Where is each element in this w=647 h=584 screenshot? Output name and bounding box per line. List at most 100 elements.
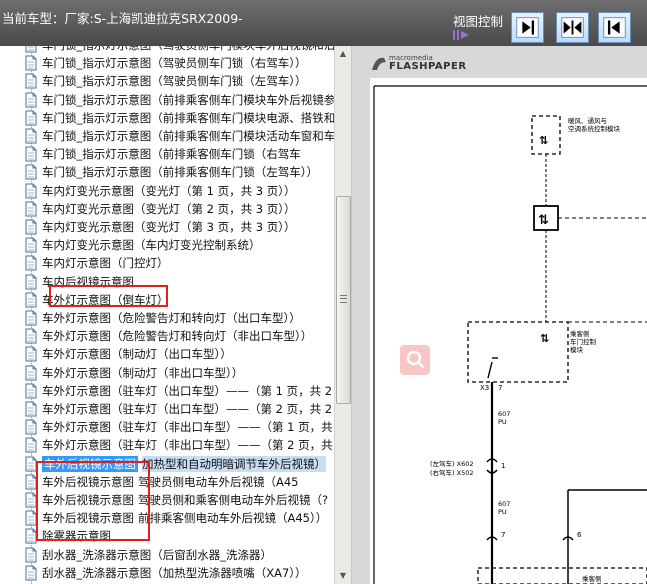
- document-icon: [25, 274, 37, 290]
- tree-item[interactable]: 车门锁_指示灯示意图（前排乘客侧车门模块活动车窗和车: [24, 127, 335, 145]
- pin-1: 1: [501, 462, 505, 470]
- current-vehicle-title: 当前车型：厂家:S-上海凯迪拉克SRX2009-: [2, 11, 243, 26]
- tree-item[interactable]: 车外灯示意图（驻车灯（出口车型）——（第 2 页，共 2: [24, 400, 332, 418]
- tree-item[interactable]: 车外灯示意图（制动灯（出口车型））: [24, 345, 232, 363]
- tree-item[interactable]: 刮水器_洗涤器示意图（后窗刮水器_洗涤器）: [24, 546, 272, 564]
- document-icon: [25, 565, 37, 581]
- tree-item-label: 车门锁_指示灯示意图（前排乘客侧车门模块车外后视镜参: [42, 92, 336, 107]
- logo-big-text: FLASHPAPER: [389, 61, 467, 72]
- document-icon: [25, 255, 37, 271]
- connector-right: (右驾车) X502: [430, 468, 474, 477]
- expand-right-button[interactable]: [511, 12, 544, 43]
- highlight-box-exterior-mirrors: [36, 461, 150, 541]
- document-icon: [25, 547, 37, 563]
- playhead-icon: [453, 30, 469, 40]
- document-icon: [25, 292, 37, 308]
- tree-item[interactable]: 车外灯示意图（驻车灯（非出口车型）——（第 2 页，共: [24, 436, 333, 454]
- tree-item-detail: 驾驶员侧和乘客侧电动车外后视镜（?: [138, 493, 329, 507]
- wire-pu-b: PU: [498, 508, 507, 516]
- tree-item-label: 车内灯示意图（门控灯）: [42, 256, 169, 271]
- scroll-down-arrow-icon[interactable]: ▼: [335, 568, 351, 584]
- document-icon: [25, 328, 37, 344]
- tree-scrollbar[interactable]: ▲ ▼: [334, 46, 351, 584]
- svg-text:⇅: ⇅: [539, 134, 548, 147]
- document-icon: [25, 219, 37, 235]
- tree-item[interactable]: 车外灯示意图（危险警告灯和转向灯（出口车型））: [24, 309, 301, 327]
- zoom-search-button[interactable]: [400, 345, 430, 375]
- tree-item-detail: 前排乘客侧电动车外后视镜（A45））: [138, 511, 328, 526]
- tree-item-label: 车门锁_指示灯示意图（前排乘客侧车门锁（左驾车））: [42, 165, 318, 180]
- tree-item[interactable]: 车外灯示意图（驻车灯（非出口车型）——（第 1 页，共: [24, 418, 333, 436]
- tree-item[interactable]: 车门锁_指示灯示意图（驾驶员侧车门锁（左驾车））: [24, 72, 307, 90]
- grip-icon: [340, 295, 347, 303]
- wire-607-a: 607: [498, 410, 510, 418]
- tree-item-label: 车门锁_指示灯示意图（驾驶员侧车门锁（左驾车））: [42, 74, 307, 89]
- tree-item[interactable]: 车门锁_指示灯示意图（前排乘客侧车门锁（右驾车: [24, 145, 301, 163]
- tree-item-label: 刮水器_洗涤器示意图（后窗刮水器_洗涤器）: [42, 547, 272, 562]
- tree-item[interactable]: 车外灯示意图（制动灯（非出口车型））: [24, 364, 243, 382]
- tree-item-label: 车门锁_指示灯示意图（前排乘客侧车门模块电源、搭铁和: [42, 110, 336, 125]
- wire-607-b: 607: [498, 500, 510, 508]
- document-icon: [25, 73, 37, 89]
- scroll-thumb[interactable]: [336, 196, 351, 404]
- scroll-up-arrow-icon[interactable]: ▲: [335, 46, 351, 62]
- document-icon: [25, 55, 37, 71]
- tree-item[interactable]: 车外灯示意图（危险警告灯和转向灯（非出口车型））: [24, 327, 312, 345]
- tree-item-label: 车门锁_指示灯示意图（前排乘客侧车门模块活动车窗和车: [42, 129, 336, 143]
- tree-item[interactable]: 车内灯示意图（门控灯）: [24, 254, 169, 272]
- tree-item[interactable]: 车门锁_指示灯示意图（前排乘客侧车门模块电源、搭铁和: [24, 109, 335, 127]
- tree-item-detail: 驾驶员侧电动车外后视镜（A45: [138, 474, 299, 489]
- arrow-to-left-icon: [603, 17, 626, 38]
- tree-item-detail: 加热型和自动明暗调节车外后视镜）: [142, 455, 326, 472]
- document-icon: [25, 237, 37, 253]
- magnifier-icon: [406, 350, 425, 369]
- document-icon: [25, 401, 37, 417]
- split-view-button[interactable]: [556, 12, 589, 43]
- pin-7: 7: [498, 384, 502, 392]
- wiring-diagram: 暖风、通风与 空调系统控制模块 ⇅ ⇅ ⇅ 乘客侧 车门控制 模块 X3 7 6…: [373, 85, 647, 584]
- document-icon: [25, 383, 37, 399]
- split-arrows-icon: [561, 17, 584, 38]
- tree-item-label: 刮水器_洗涤器示意图（加热型洗涤器喷嘴（XA7））: [42, 565, 307, 580]
- diagram-viewer[interactable]: macromedia FLASHPAPER 暖风、通风与 空调系统控制模块 ⇅ …: [352, 46, 647, 584]
- tree-item-label: 车内灯变光示意图（变光灯（第 3 页，共 3 页））: [42, 220, 296, 234]
- document-icon: [25, 437, 37, 453]
- connector-left: (左驾车) X602: [430, 459, 474, 468]
- document-icon: [25, 128, 37, 144]
- tree-item-label: 车内灯变光示意图（变光灯（第 2 页，共 3 页））: [42, 201, 296, 216]
- document-icon: [25, 419, 37, 435]
- door-module-label-3: 模块: [570, 345, 584, 354]
- top-bar: 当前车型：厂家:S-上海凯迪拉克SRX2009- 视图控制: [0, 0, 647, 46]
- tree-item[interactable]: 车外灯示意图（驻车灯（出口车型）——（第 1 页，共 2: [24, 382, 332, 400]
- expand-left-button[interactable]: [598, 12, 631, 43]
- tree-item[interactable]: 刮水器_洗涤器示意图（加热型洗涤器喷嘴（XA7））: [24, 564, 307, 582]
- document-icon: [25, 146, 37, 162]
- diagram-page: 暖风、通风与 空调系统控制模块 ⇅ ⇅ ⇅ 乘客侧 车门控制 模块 X3 7 6…: [370, 78, 647, 584]
- tree-item-label: 车内灯变光示意图（车内灯变光控制系统）: [42, 238, 261, 253]
- document-icon: [25, 183, 37, 199]
- document-icon: [25, 92, 37, 108]
- document-icon: [25, 365, 37, 381]
- tree-item[interactable]: 车门锁_指示灯示意图（前排乘客侧车门模块车外后视镜参: [24, 91, 335, 109]
- svg-text:⇅: ⇅: [538, 213, 549, 228]
- tree-item[interactable]: 车门锁_指示灯示意图（驾驶员侧车门模块车外后视镜和泊: [24, 46, 335, 54]
- wire-pu-a: PU: [498, 418, 507, 426]
- tree-item[interactable]: 车内灯变光示意图（车内灯变光控制系统）: [24, 236, 261, 254]
- tree-item[interactable]: 车门锁_指示灯示意图（驾驶员侧车门锁（右驾车））: [24, 54, 307, 72]
- tree-item-label: 车外灯示意图（危险警告灯和转向灯（出口车型））: [42, 311, 301, 325]
- tree-item-label: 车外灯示意图（驻车灯（非出口车型）——（第 1 页，共: [42, 420, 333, 435]
- document-tree[interactable]: 车门锁_指示灯示意图（驾驶员侧车门模块车外后视镜和泊车门锁_指示灯示意图（驾驶员…: [0, 46, 352, 584]
- tree-item[interactable]: 车门锁_指示灯示意图（前排乘客侧车门锁（左驾车））: [24, 163, 318, 181]
- document-icon: [25, 46, 37, 53]
- pin-6: 6: [577, 531, 582, 539]
- tree-item[interactable]: 车内灯变光示意图（变光灯（第 2 页，共 3 页））: [24, 200, 296, 218]
- hvac-label-1: 暖风、通风与: [568, 116, 607, 125]
- pin-7b: 7: [501, 531, 505, 539]
- hvac-label-2: 空调系统控制模块: [568, 124, 621, 133]
- tree-item-label: 车外灯示意图（制动灯（出口车型））: [42, 347, 232, 362]
- tree-item-label: 车外灯示意图（制动灯（非出口车型））: [42, 365, 244, 380]
- tree-item[interactable]: 车内灯变光示意图（变光灯（第 1 页，共 3 页））: [24, 182, 296, 200]
- tree-item[interactable]: 车内灯变光示意图（变光灯（第 3 页，共 3 页））: [24, 218, 296, 236]
- document-icon: [25, 164, 37, 180]
- tree-item-label: 车门锁_指示灯示意图（前排乘客侧车门锁（右驾车: [42, 147, 301, 162]
